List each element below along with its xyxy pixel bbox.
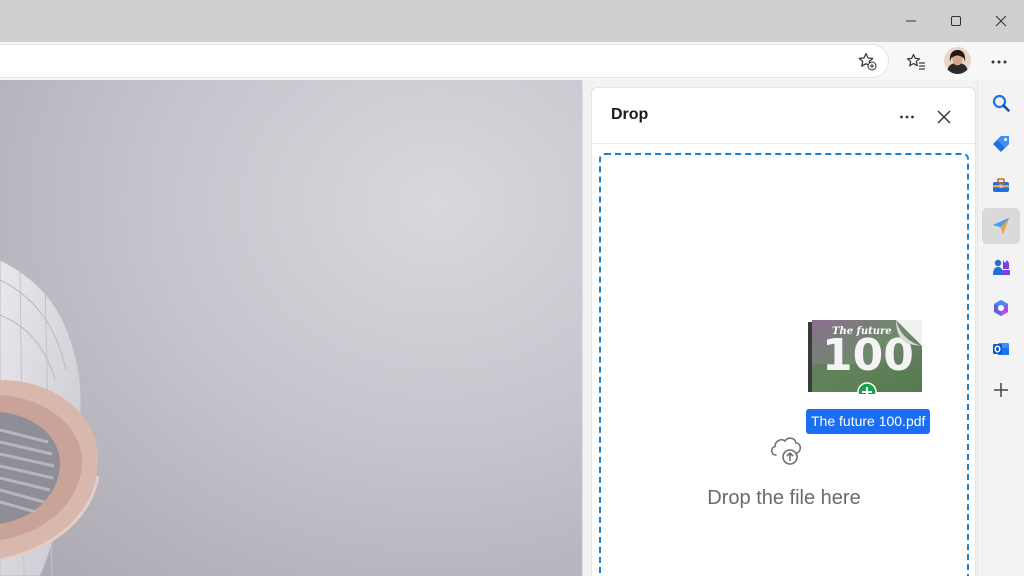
settings-more-button[interactable] bbox=[984, 47, 1014, 77]
address-bar[interactable] bbox=[0, 45, 888, 77]
search-icon bbox=[992, 94, 1010, 112]
close-icon bbox=[995, 15, 1007, 27]
drop-pane: Drop The future 100 The future 100.pdf D… bbox=[591, 87, 976, 576]
sidebar-item-outlook[interactable] bbox=[982, 331, 1020, 367]
browser-toolbar bbox=[0, 42, 1024, 80]
webpage-content bbox=[0, 80, 582, 576]
file-thumbnail: The future 100 bbox=[808, 320, 922, 394]
add-favorite-icon bbox=[858, 52, 877, 71]
games-icon bbox=[993, 259, 1010, 275]
pane-close-button[interactable] bbox=[929, 102, 959, 132]
pane-more-button[interactable] bbox=[892, 102, 922, 132]
edge-sidebar bbox=[977, 80, 1024, 576]
close-window-button[interactable] bbox=[978, 0, 1024, 42]
minimize-icon bbox=[906, 20, 916, 22]
add-icon bbox=[994, 383, 1008, 397]
sidebar-item-drop[interactable] bbox=[982, 208, 1020, 244]
minimize-button[interactable] bbox=[888, 0, 934, 42]
maximize-icon bbox=[951, 16, 961, 26]
outlook-icon bbox=[993, 343, 1009, 355]
drop-send-icon bbox=[993, 218, 1009, 234]
title-bar bbox=[0, 0, 1024, 42]
drop-pane-header: Drop bbox=[592, 88, 975, 144]
favorites-button[interactable] bbox=[901, 47, 931, 77]
sidebar-item-shopping[interactable] bbox=[982, 126, 1020, 162]
sidebar-item-office[interactable] bbox=[982, 290, 1020, 326]
sidebar-item-search[interactable] bbox=[982, 85, 1020, 121]
cloud-upload-icon bbox=[770, 437, 802, 465]
sidebar-item-games[interactable] bbox=[982, 249, 1020, 285]
sidebar-item-tools[interactable] bbox=[982, 167, 1020, 203]
office-icon bbox=[994, 300, 1008, 316]
drop-prompt: Drop the file here bbox=[707, 487, 861, 509]
favorites-icon bbox=[906, 53, 925, 70]
shopping-tag-icon bbox=[993, 136, 1009, 152]
tools-icon bbox=[993, 178, 1009, 192]
add-favorite-button[interactable] bbox=[852, 46, 882, 76]
pane-title: Drop bbox=[611, 106, 649, 123]
maximize-button[interactable] bbox=[933, 0, 979, 42]
drop-zone[interactable]: The future 100 The future 100.pdf Drop t… bbox=[599, 153, 969, 576]
more-options-icon bbox=[900, 115, 914, 119]
dragged-file-label: The future 100.pdf bbox=[806, 409, 931, 434]
sidebar-item-add[interactable] bbox=[982, 372, 1020, 408]
more-options-icon bbox=[991, 60, 1007, 64]
thumbnail-number: 100 bbox=[822, 330, 914, 381]
profile-avatar[interactable] bbox=[944, 47, 971, 74]
close-icon bbox=[937, 110, 951, 124]
architecture-photo bbox=[0, 259, 100, 576]
pane-divider[interactable] bbox=[582, 80, 590, 576]
